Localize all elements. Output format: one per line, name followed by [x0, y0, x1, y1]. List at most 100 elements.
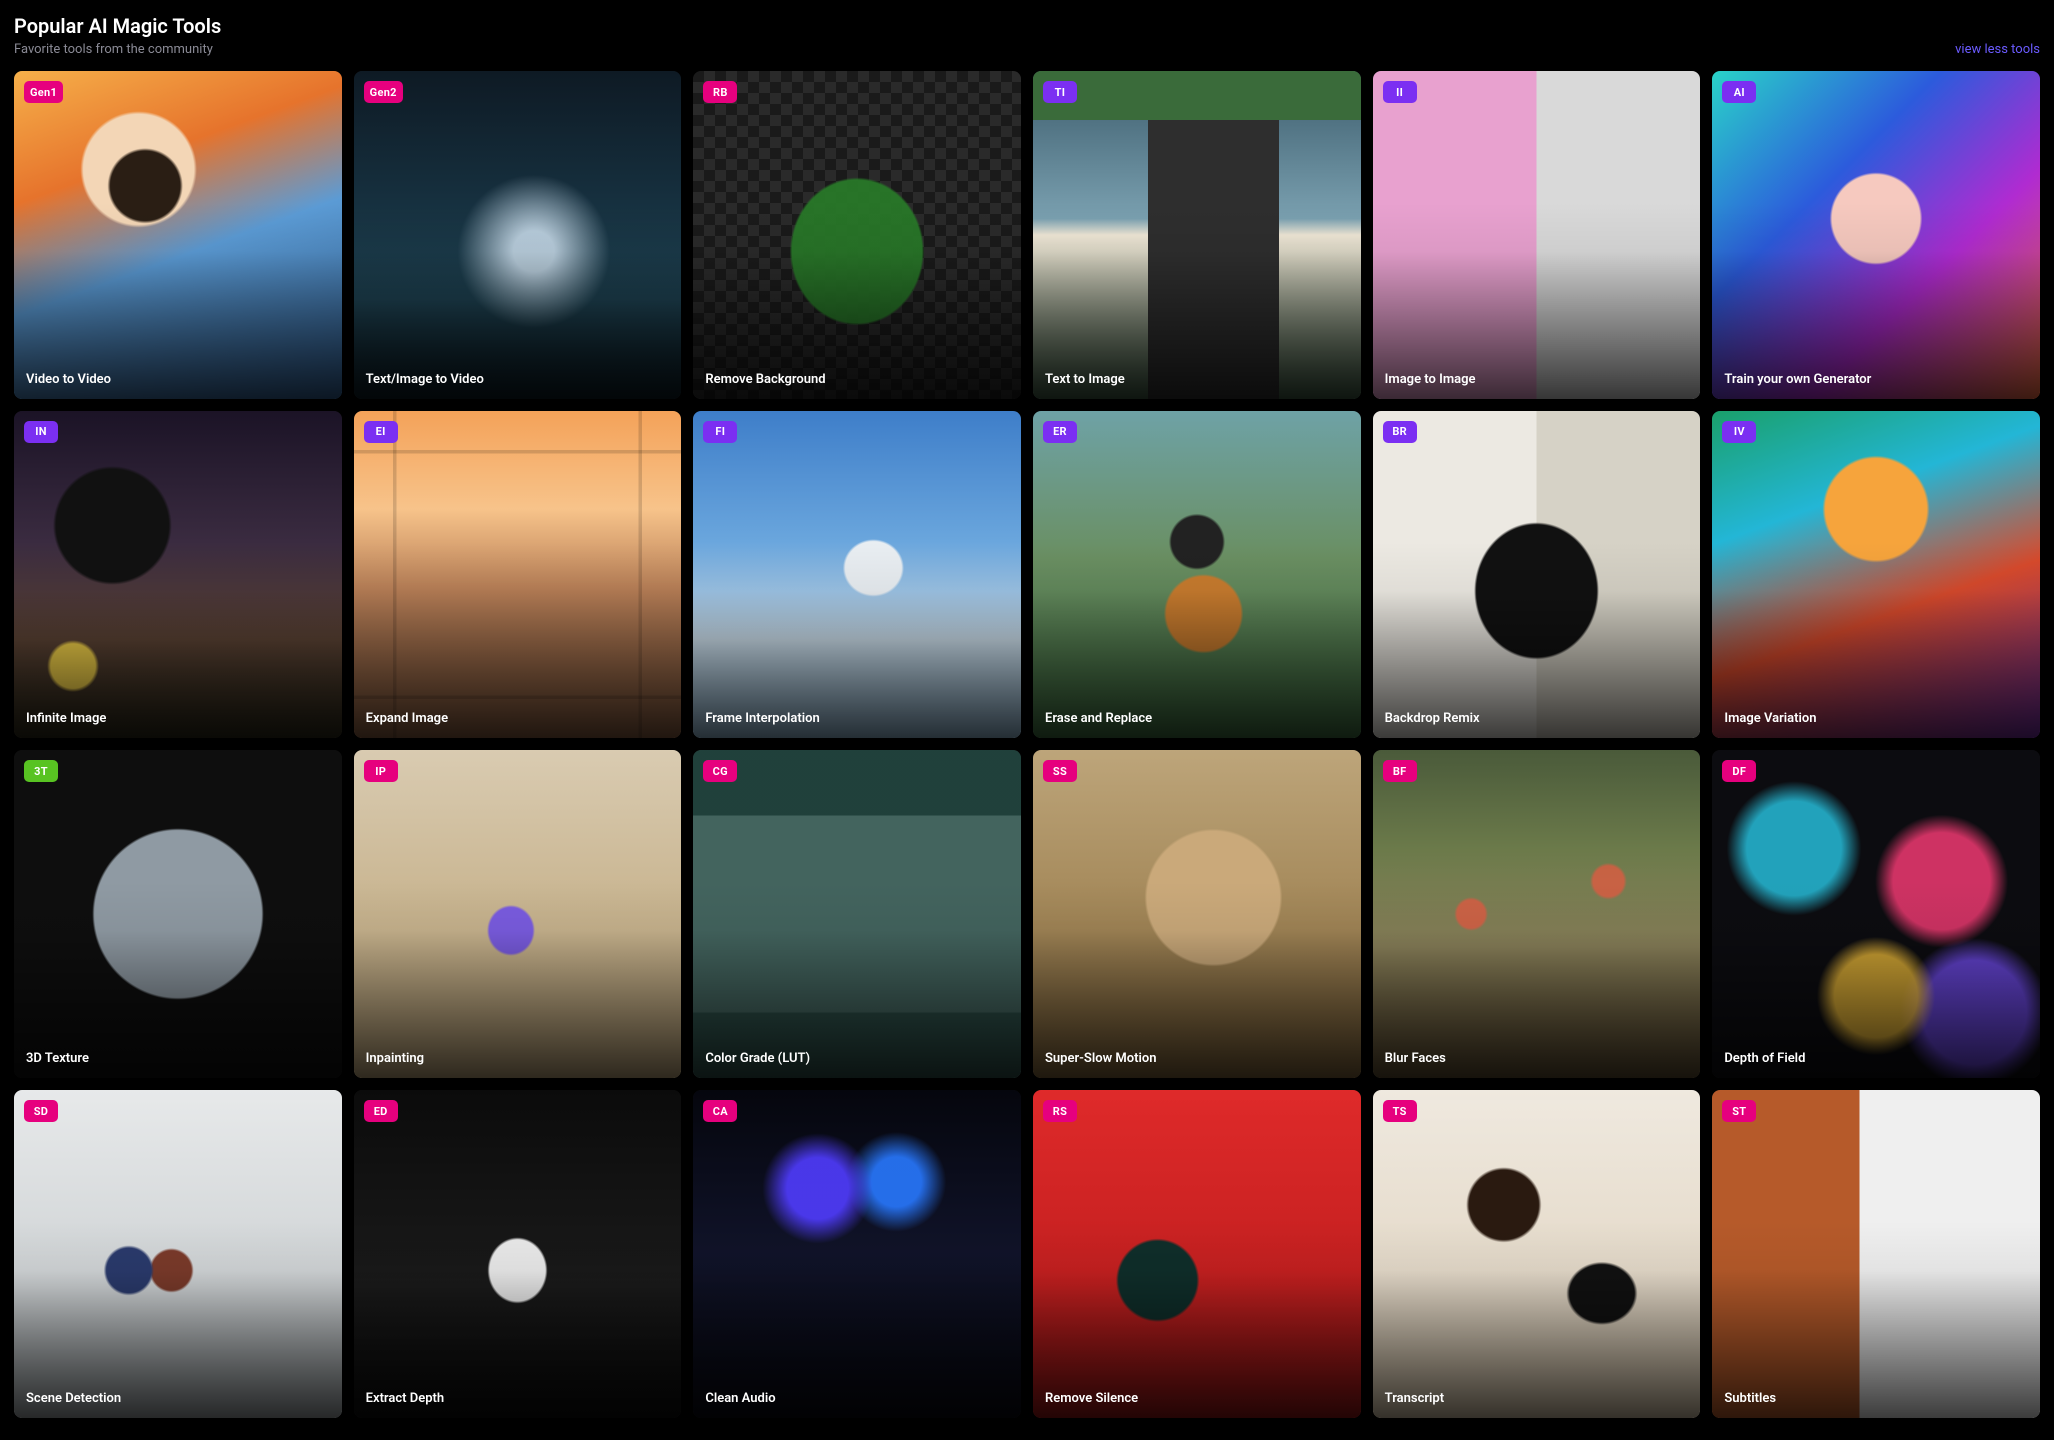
tool-card-clean-audio[interactable]: CA Clean Audio — [693, 1090, 1021, 1418]
tool-card-text-image-to-video[interactable]: Gen2 Text/Image to Video — [354, 71, 682, 399]
tool-thumb — [1033, 71, 1361, 399]
tool-badge: IN — [24, 421, 58, 443]
tool-thumb — [14, 411, 342, 739]
tool-caption: Backdrop Remix — [1385, 711, 1689, 726]
tool-caption: Inpainting — [366, 1051, 670, 1066]
tool-card-remove-background[interactable]: RBRemove Background — [693, 71, 1021, 399]
tool-card-video-to-video[interactable]: Gen1 Video to Video — [14, 71, 342, 399]
tool-badge: Gen2 — [364, 81, 403, 103]
tool-card-erase-and-replace[interactable]: ER Erase and Replace — [1033, 411, 1361, 739]
tool-badge: AI — [1722, 81, 1756, 103]
tool-thumb — [1033, 1090, 1361, 1418]
view-less-link[interactable]: view less tools — [1955, 42, 2040, 57]
tool-card-expand-image[interactable]: EI Expand Image — [354, 411, 682, 739]
tool-card-infinite-image[interactable]: IN Infinite Image — [14, 411, 342, 739]
tool-thumb — [14, 1090, 342, 1418]
tool-card-frame-interpolation[interactable]: FI Frame Interpolation — [693, 411, 1021, 739]
tool-thumb — [1373, 750, 1701, 1078]
tool-thumb — [1033, 750, 1361, 1078]
tool-badge: ER — [1043, 421, 1077, 443]
tool-badge: FI — [703, 421, 737, 443]
tool-badge: DF — [1722, 760, 1756, 782]
tool-thumb — [693, 411, 1021, 739]
tool-thumb — [354, 750, 682, 1078]
page-root: Popular AI Magic Tools Favorite tools fr… — [0, 0, 2054, 1436]
tool-caption: Text to Image — [1045, 372, 1349, 387]
tool-badge: BR — [1383, 421, 1417, 443]
tool-caption: Extract Depth — [366, 1391, 670, 1406]
tool-badge: ST — [1722, 1100, 1756, 1122]
tool-badge: SD — [24, 1100, 58, 1122]
tool-caption: Clean Audio — [705, 1391, 1009, 1406]
tool-caption: Train your own Generator — [1724, 372, 2028, 387]
tool-caption: Depth of Field — [1724, 1051, 2028, 1066]
tool-grid: Gen1 Video to Video Gen2 Text/Image to Vide… — [14, 71, 2040, 1418]
tool-badge: II — [1383, 81, 1417, 103]
tool-caption: Color Grade (LUT) — [705, 1051, 1009, 1066]
tool-card-image-to-image[interactable]: II Image to Image — [1373, 71, 1701, 399]
tool-badge: Gen1 — [24, 81, 63, 103]
tool-caption: Image Variation — [1724, 711, 2028, 726]
tool-badge: RS — [1043, 1100, 1077, 1122]
tool-card-inpainting[interactable]: IP Inpainting — [354, 750, 682, 1078]
tool-caption: Blur Faces — [1385, 1051, 1689, 1066]
tool-thumb — [1373, 411, 1701, 739]
tool-caption: Scene Detection — [26, 1391, 330, 1406]
section-titles: Popular AI Magic Tools Favorite tools fr… — [14, 14, 221, 57]
tool-card-backdrop-remix[interactable]: BR Backdrop Remix — [1373, 411, 1701, 739]
tool-caption: Text/Image to Video — [366, 372, 670, 387]
tool-caption: Expand Image — [366, 711, 670, 726]
tool-badge: CA — [703, 1100, 737, 1122]
tool-thumb — [1712, 71, 2040, 399]
tool-card-extract-depth[interactable]: ED Extract Depth — [354, 1090, 682, 1418]
tool-thumb — [14, 750, 342, 1078]
tool-thumb — [354, 71, 682, 399]
tool-caption: Infinite Image — [26, 711, 330, 726]
tool-badge: IV — [1722, 421, 1756, 443]
tool-badge: EI — [364, 421, 398, 443]
tool-thumb — [14, 71, 342, 399]
tool-caption: Super-Slow Motion — [1045, 1051, 1349, 1066]
tool-badge: 3T — [24, 760, 58, 782]
tool-caption: Image to Image — [1385, 372, 1689, 387]
tool-thumb — [1033, 411, 1361, 739]
tool-caption: Subtitles — [1724, 1391, 2028, 1406]
tool-card-transcript[interactable]: TS Transcript — [1373, 1090, 1701, 1418]
tool-badge: IP — [364, 760, 398, 782]
tool-badge: CG — [703, 760, 737, 782]
tool-card-image-variation[interactable]: IV Image Variation — [1712, 411, 2040, 739]
tool-caption: Remove Silence — [1045, 1391, 1349, 1406]
tool-thumb — [354, 1090, 682, 1418]
tool-card-scene-detection[interactable]: SD Scene Detection — [14, 1090, 342, 1418]
tool-badge: ED — [364, 1100, 398, 1122]
tool-thumb — [1373, 1090, 1701, 1418]
tool-card-remove-silence[interactable]: RS Remove Silence — [1033, 1090, 1361, 1418]
tool-card-super-slow-motion[interactable]: SS Super-Slow Motion — [1033, 750, 1361, 1078]
tool-badge: SS — [1043, 760, 1077, 782]
tool-thumb — [1373, 71, 1701, 399]
tool-badge: TS — [1383, 1100, 1417, 1122]
section-header: Popular AI Magic Tools Favorite tools fr… — [14, 14, 2040, 57]
tool-caption: Erase and Replace — [1045, 711, 1349, 726]
tool-card-3d-texture[interactable]: 3T 3D Texture — [14, 750, 342, 1078]
tool-card-text-to-image[interactable]: TI Text to Image — [1033, 71, 1361, 399]
tool-card-blur-faces[interactable]: BF Blur Faces — [1373, 750, 1701, 1078]
tool-caption: Frame Interpolation — [705, 711, 1009, 726]
section-title: Popular AI Magic Tools — [14, 14, 221, 38]
tool-thumb — [693, 750, 1021, 1078]
tool-caption: Transcript — [1385, 1391, 1689, 1406]
tool-badge: TI — [1043, 81, 1077, 103]
tool-card-subtitles[interactable]: ST Subtitles — [1712, 1090, 2040, 1418]
tool-thumb — [354, 411, 682, 739]
tool-badge: BF — [1383, 760, 1417, 782]
tool-thumb — [693, 71, 1021, 399]
section-subtitle: Favorite tools from the community — [14, 42, 221, 57]
tool-thumb — [1712, 750, 2040, 1078]
tool-card-depth-of-field[interactable]: DF Depth of Field — [1712, 750, 2040, 1078]
tool-caption: 3D Texture — [26, 1051, 330, 1066]
tool-thumb — [693, 1090, 1021, 1418]
tool-card-train-your-own-generator[interactable]: AI Train your own Generator — [1712, 71, 2040, 399]
tool-badge: RB — [703, 81, 737, 103]
tool-caption: Video to Video — [26, 372, 330, 387]
tool-card-color-grade-lut[interactable]: CG Color Grade (LUT) — [693, 750, 1021, 1078]
